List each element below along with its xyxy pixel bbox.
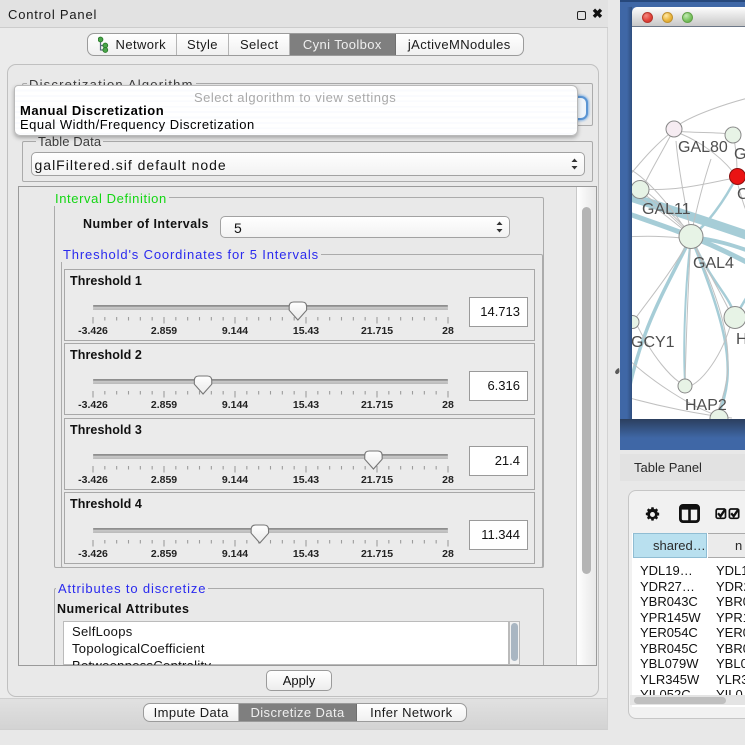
svg-text:G.: G.	[734, 146, 745, 163]
svg-text:H: H	[736, 331, 745, 348]
svg-text:15.43: 15.43	[293, 325, 319, 337]
svg-text:15.43: 15.43	[293, 548, 319, 560]
svg-text:15.43: 15.43	[293, 474, 319, 486]
svg-text:9.144: 9.144	[222, 474, 248, 486]
svg-text:9.144: 9.144	[222, 548, 248, 560]
svg-text:GAL4: GAL4	[693, 255, 734, 272]
svg-text:2.859: 2.859	[151, 399, 177, 411]
svg-text:9.144: 9.144	[222, 399, 248, 411]
svg-text:28: 28	[442, 325, 454, 337]
svg-text:-3.426: -3.426	[78, 548, 108, 560]
svg-text:GAL80: GAL80	[678, 139, 728, 156]
svg-text:GAL11: GAL11	[642, 201, 691, 218]
svg-text:28: 28	[442, 474, 454, 486]
svg-text:-3.426: -3.426	[78, 325, 108, 337]
svg-text:HAP2: HAP2	[685, 397, 727, 414]
svg-text:2.859: 2.859	[151, 548, 177, 560]
svg-text:-3.426: -3.426	[78, 399, 108, 411]
svg-text:2.859: 2.859	[151, 325, 177, 337]
svg-text:28: 28	[442, 548, 454, 560]
svg-text:21.715: 21.715	[361, 399, 393, 411]
svg-text:-3.426: -3.426	[78, 474, 108, 486]
svg-text:21.715: 21.715	[361, 325, 393, 337]
svg-text:C: C	[737, 186, 745, 203]
svg-text:2.859: 2.859	[151, 474, 177, 486]
svg-text:15.43: 15.43	[293, 399, 319, 411]
svg-text:9.144: 9.144	[222, 325, 248, 337]
svg-text:21.715: 21.715	[361, 474, 393, 486]
svg-text:21.715: 21.715	[361, 548, 393, 560]
svg-text:GCY1: GCY1	[632, 334, 675, 351]
svg-text:28: 28	[442, 399, 454, 411]
